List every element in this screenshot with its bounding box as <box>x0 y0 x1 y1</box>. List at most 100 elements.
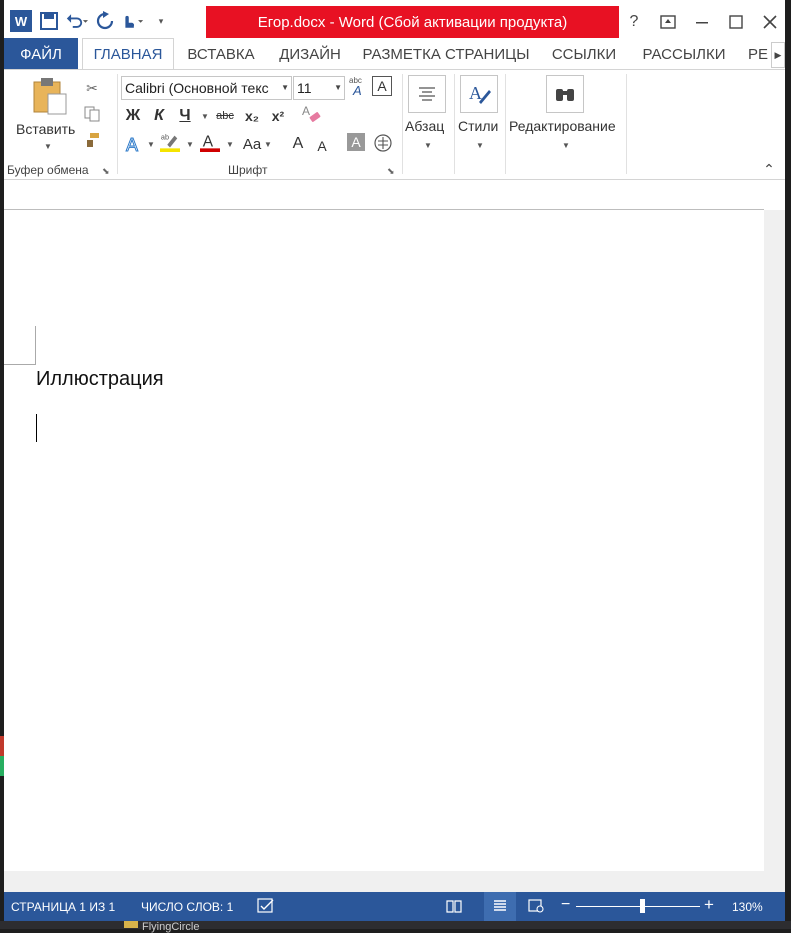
copy-icon[interactable] <box>82 104 102 124</box>
clipboard-launcher-icon[interactable]: ⬊ <box>102 166 110 177</box>
tab-design-label: ДИЗАЙН <box>279 45 341 63</box>
paragraph-label[interactable]: Абзац <box>405 118 444 134</box>
text-effects-dropdown-icon[interactable]: ▼ <box>147 140 155 149</box>
paragraph-icon[interactable] <box>408 75 446 113</box>
font-launcher-icon[interactable]: ⬊ <box>387 166 395 177</box>
tab-scroll-right-icon[interactable]: ▶ <box>771 42 785 68</box>
enclose-characters-icon[interactable] <box>373 133 393 153</box>
paragraph-dropdown-icon[interactable]: ▼ <box>424 141 432 150</box>
subscript-label: x₂ <box>244 108 259 124</box>
underline-button[interactable]: Ч <box>176 105 194 127</box>
save-icon[interactable] <box>38 10 60 32</box>
tab-design[interactable]: ДИЗАЙН <box>272 38 348 70</box>
zoom-in-button[interactable]: + <box>704 895 714 915</box>
clear-formatting-icon[interactable]: A <box>302 104 322 124</box>
help-button[interactable]: ? <box>619 8 649 36</box>
cut-icon[interactable]: ✂ <box>82 78 102 98</box>
paste-icon[interactable] <box>32 76 68 116</box>
proofing-icon[interactable] <box>256 897 276 915</box>
highlight-icon[interactable]: ab <box>160 132 180 152</box>
font-name-value: Calibri (Основной текс <box>125 80 269 96</box>
zoom-slider-track[interactable] <box>576 906 700 907</box>
background-window-sliver <box>0 728 4 808</box>
document-area[interactable]: Иллюстрация <box>4 181 785 892</box>
word-count[interactable]: ЧИСЛО СЛОВ: 1 <box>141 900 233 914</box>
styles-label[interactable]: Стили <box>458 118 498 134</box>
close-icon <box>763 15 777 29</box>
minimize-button[interactable] <box>687 8 717 36</box>
styles-icon[interactable]: A <box>460 75 498 113</box>
paste-dropdown-icon[interactable]: ▼ <box>44 142 52 151</box>
font-color-dropdown-icon[interactable]: ▼ <box>226 140 234 149</box>
tab-home[interactable]: ГЛАВНАЯ <box>82 38 174 70</box>
editing-dropdown-icon[interactable]: ▼ <box>562 141 570 150</box>
font-size-value: 11 <box>297 80 312 96</box>
zoom-out-button[interactable]: − <box>561 896 570 914</box>
bold-button[interactable]: Ж <box>124 105 142 127</box>
document-text[interactable]: Иллюстрация <box>36 368 164 391</box>
help-label: ? <box>629 13 639 30</box>
window-title-text: Егор.docx - Word (Сбой активации продукт… <box>257 13 568 31</box>
print-layout-icon[interactable] <box>490 897 510 915</box>
page-top-edge <box>4 209 764 210</box>
web-layout-icon[interactable] <box>526 897 546 915</box>
redo-icon[interactable] <box>94 10 116 32</box>
text-effects-icon[interactable]: A <box>124 134 144 155</box>
customize-qat-icon[interactable]: ▾ <box>150 10 172 32</box>
tab-mailings[interactable]: РАССЫЛКИ <box>636 38 732 70</box>
close-button[interactable] <box>755 8 785 36</box>
underline-dropdown-icon[interactable]: ▼ <box>201 112 209 121</box>
tab-file[interactable]: ФАЙЛ <box>4 38 78 70</box>
strikethrough-button[interactable]: abc <box>212 105 238 127</box>
text-cursor <box>36 414 37 442</box>
tab-references[interactable]: ССЫЛКИ <box>546 38 622 70</box>
ribbon-display-button[interactable] <box>653 8 683 36</box>
tab-home-label: ГЛАВНАЯ <box>93 46 163 63</box>
ribbon-display-icon <box>660 15 676 29</box>
maximize-icon <box>729 15 743 29</box>
font-color-icon[interactable]: A <box>200 132 220 152</box>
italic-button[interactable]: К <box>150 105 168 127</box>
strikethrough-label: abc <box>216 110 234 122</box>
subscript-button[interactable]: x₂ <box>242 105 262 127</box>
editing-label[interactable]: Редактирование <box>509 118 616 134</box>
italic-label: К <box>154 107 164 124</box>
taskbar-folder[interactable]: FlyingCircle <box>124 921 199 933</box>
change-case-button[interactable]: Aa <box>240 133 264 155</box>
word-logo-icon[interactable]: W <box>10 10 32 32</box>
tab-file-label: ФАЙЛ <box>20 45 62 63</box>
format-painter-icon[interactable] <box>82 130 102 150</box>
find-binoculars-icon[interactable] <box>546 75 584 113</box>
group-separator <box>454 74 455 174</box>
grow-font-button[interactable]: A <box>290 133 306 155</box>
maximize-button[interactable] <box>721 8 751 36</box>
styles-dropdown-icon[interactable]: ▼ <box>476 141 484 150</box>
undo-icon[interactable] <box>66 10 88 32</box>
font-name-combo[interactable]: Calibri (Основной текс ▼ <box>121 76 292 100</box>
ribbon: Вставить ▼ ✂ Буфер обмена ⬊ Calibri (Осн… <box>4 69 785 180</box>
tab-review-label: РЕ <box>748 45 769 63</box>
zoom-slider-thumb[interactable] <box>640 899 645 913</box>
superscript-button[interactable]: x² <box>268 105 288 127</box>
spelling-icon[interactable]: abc A <box>348 76 368 97</box>
collapse-ribbon-icon[interactable]: ⌃ <box>759 159 779 179</box>
zoom-level[interactable]: 130% <box>732 900 763 914</box>
font-size-combo[interactable]: 11 ▼ <box>293 76 345 100</box>
minimize-icon <box>696 22 708 24</box>
tab-layout[interactable]: РАЗМЕТКА СТРАНИЦЫ <box>360 38 532 70</box>
tab-review[interactable]: РЕ <box>748 38 772 70</box>
highlight-dropdown-icon[interactable]: ▼ <box>186 140 194 149</box>
touch-mode-icon[interactable] <box>122 10 144 32</box>
font-name-dropdown-icon: ▼ <box>281 83 289 92</box>
text-effects-box-icon[interactable]: A <box>372 76 392 96</box>
svg-text:A: A <box>126 135 138 154</box>
change-case-dropdown-icon[interactable]: ▼ <box>264 140 272 149</box>
change-case-label: Aa <box>242 135 262 153</box>
page-count[interactable]: СТРАНИЦА 1 ИЗ 1 <box>11 900 115 914</box>
margin-corner-mark <box>4 364 36 365</box>
character-shading-icon[interactable]: A <box>347 133 365 151</box>
read-mode-icon[interactable] <box>444 897 464 915</box>
paste-label[interactable]: Вставить <box>16 121 75 137</box>
shrink-font-button[interactable]: A <box>314 135 330 157</box>
tab-insert[interactable]: ВСТАВКА <box>180 38 262 70</box>
